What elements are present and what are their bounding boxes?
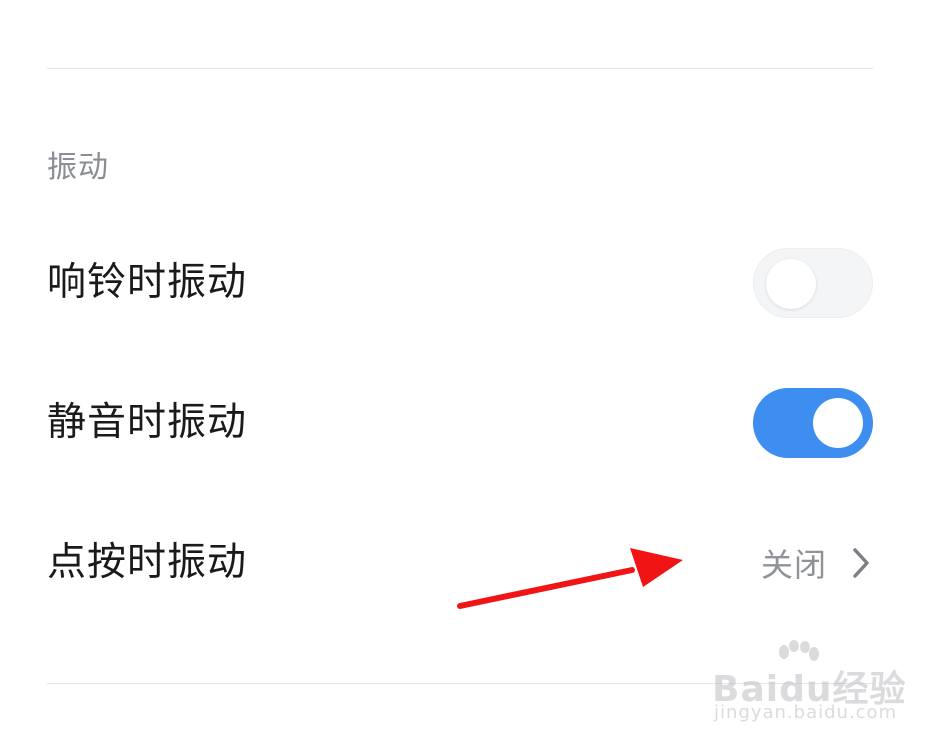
- watermark-url: jingyan.baidu.com: [714, 702, 898, 723]
- toggle-knob: [813, 398, 863, 448]
- section-title-vibration: 振动: [47, 150, 109, 185]
- setting-label: 静音时振动: [47, 400, 248, 445]
- tap-vibration-value: 关闭: [760, 546, 827, 584]
- chevron-right-icon: [849, 545, 873, 581]
- setting-row-silent-vibration[interactable]: 静音时振动: [47, 383, 873, 463]
- ring-vibration-toggle[interactable]: [753, 248, 873, 318]
- top-divider: [47, 68, 873, 69]
- setting-label: 响铃时振动: [47, 260, 248, 305]
- tap-vibration-value-group[interactable]: 关闭: [761, 523, 873, 603]
- silent-vibration-toggle[interactable]: [753, 388, 873, 458]
- setting-label: 点按时振动: [47, 540, 248, 585]
- red-arrow-annotation-icon: [457, 548, 683, 609]
- setting-row-ring-vibration[interactable]: 响铃时振动: [47, 243, 873, 323]
- toggle-knob: [766, 259, 816, 309]
- baidu-watermark: Baidu经验 jingyan.baidu.com: [712, 640, 905, 730]
- setting-row-tap-vibration[interactable]: 点按时振动 关闭: [47, 523, 873, 603]
